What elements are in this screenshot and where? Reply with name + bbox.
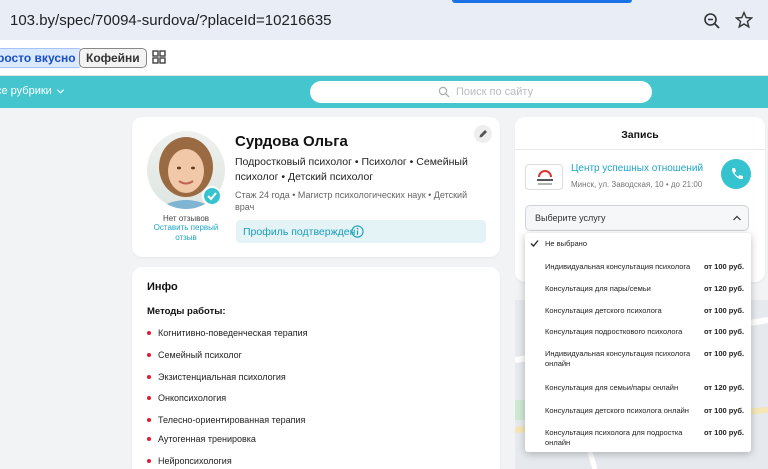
list-item: Когнитивно-поведенческая терапия	[147, 328, 308, 338]
list-item: Онкопсихология	[147, 393, 226, 403]
option-price: от 120 руб.	[704, 284, 745, 293]
apps-grid-icon[interactable]	[152, 50, 166, 64]
option-price: от 100 руб.	[704, 428, 745, 437]
bullet-icon	[147, 395, 151, 400]
center-address: Минск, ул. Заводская, 10 • до 21:00	[571, 180, 703, 189]
leave-first-review-link[interactable]: Оставить первый отзыв	[146, 223, 226, 243]
methods-title: Методы работы:	[147, 306, 226, 317]
star-icon[interactable]	[735, 11, 753, 29]
info-icon[interactable]	[351, 225, 364, 238]
dropdown-option[interactable]: Консультация для пары/семьи	[545, 284, 703, 294]
dropdown-option[interactable]: Индивидуальная консультация психолога	[545, 262, 703, 272]
dropdown-option[interactable]: Консультация для семьи/пары онлайн	[545, 383, 703, 393]
phone-icon	[732, 168, 743, 180]
option-price: от 100 руб.	[704, 262, 745, 271]
profile-verified-label: Профиль подтвержден	[243, 226, 356, 238]
center-name-link[interactable]: Центр успешных отношений	[571, 163, 703, 174]
list-item: Экзистенциальная психология	[147, 372, 286, 382]
chevron-down-icon[interactable]	[56, 87, 65, 96]
all-rubrics-menu[interactable]: се рубрики	[0, 85, 52, 97]
bullet-icon	[147, 330, 151, 335]
search-placeholder: Поиск по сайту	[456, 86, 534, 98]
dropdown-option[interactable]: Консультация детского психолога онлайн	[545, 406, 703, 416]
bullet-icon	[147, 436, 151, 441]
service-select-value[interactable]: Выберите услугу	[535, 213, 606, 223]
bullet-icon	[147, 374, 151, 379]
option-price: от 100 руб.	[704, 406, 745, 415]
chevron-up-icon[interactable]	[732, 213, 742, 223]
url-text[interactable]: 103.by/spec/70094-surdova/?placeId=10216…	[10, 12, 332, 29]
bookmark-item[interactable]: Кофейни	[79, 48, 147, 68]
bullet-icon	[147, 458, 151, 463]
list-item: Аутогенная тренировка	[147, 434, 256, 444]
check-icon	[530, 240, 539, 247]
option-price: от 100 руб.	[704, 327, 745, 336]
edit-pencil-icon[interactable]	[473, 124, 493, 144]
specialist-name: Сурдова Ольга	[235, 133, 348, 150]
no-reviews-label: Нет отзывов	[162, 214, 210, 223]
bullet-icon	[147, 352, 151, 357]
info-title: Инфо	[147, 281, 178, 293]
call-button[interactable]	[721, 159, 751, 189]
dropdown-option-none[interactable]: Не выбрано	[545, 239, 695, 249]
zoom-out-icon[interactable]	[703, 12, 721, 30]
option-price: от 120 руб.	[704, 383, 745, 392]
bookmark-item[interactable]: росто вкусно	[0, 48, 83, 68]
divider	[515, 149, 765, 150]
dropdown-option[interactable]: Консультация психолога для подростка онл…	[545, 428, 703, 448]
dropdown-option[interactable]: Консультация детского психолога	[545, 306, 703, 316]
browser-address-bar: 103.by/spec/70094-surdova/?placeId=10216…	[0, 0, 768, 40]
list-item: Телесно-ориентированная терапия	[147, 415, 305, 425]
verified-check-icon	[202, 186, 222, 206]
list-item: Нейропсихология	[147, 456, 232, 466]
center-logo	[525, 164, 563, 190]
option-price: от 100 руб.	[704, 306, 745, 315]
booking-title: Запись	[621, 129, 659, 141]
bullet-icon	[147, 417, 151, 422]
active-tab-indicator	[452, 0, 632, 3]
list-item: Семейный психолог	[147, 350, 242, 360]
dropdown-option[interactable]: Индивидуальная консультация психолога он…	[545, 349, 703, 369]
experience-info: Стаж 24 года • Магистр психологических н…	[235, 190, 468, 212]
option-price: от 100 руб.	[704, 349, 745, 358]
bookmarks-bar: росто вкусно Кофейни	[0, 40, 768, 76]
dropdown-option[interactable]: Консультация подросткового психолога	[545, 327, 703, 337]
search-icon	[438, 86, 450, 98]
specialties-list: Подростковый психолог • Психолог • Семей…	[235, 156, 468, 183]
